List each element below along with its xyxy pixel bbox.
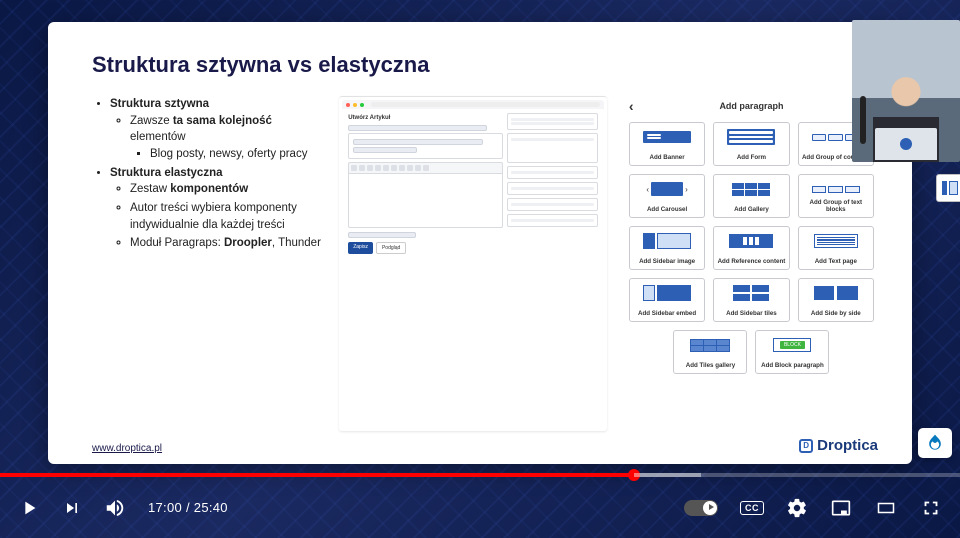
- add-form-button[interactable]: Add Form: [713, 122, 789, 166]
- add-sidebar-tiles-button[interactable]: Add Sidebar tiles: [713, 278, 789, 322]
- slide-body: Struktura sztywna Zawsze ta sama kolejno…: [92, 96, 878, 431]
- add-sidebar-image-button[interactable]: Add Sidebar image: [629, 226, 705, 270]
- browser-chrome: [342, 100, 604, 109]
- drupal-icon[interactable]: [918, 428, 952, 458]
- theater-button[interactable]: [874, 499, 898, 517]
- back-icon[interactable]: ‹: [629, 98, 634, 114]
- fullscreen-button[interactable]: [920, 497, 942, 519]
- add-block-paragraph-button[interactable]: BLOCK Add Block paragraph: [755, 330, 829, 374]
- add-sidebar-embed-button[interactable]: Add Sidebar embed: [629, 278, 705, 322]
- video-controls: 17:00 / 25:40 CC: [0, 477, 960, 538]
- preview-button: Podgląd: [376, 242, 406, 254]
- form-heading: Utwórz Artykuł: [348, 115, 503, 121]
- list-item: Struktura sztywna Zawsze ta sama kolejno…: [110, 96, 321, 163]
- rte-body: [348, 174, 503, 228]
- add-text-page-button[interactable]: Add Text page: [798, 226, 874, 270]
- peek-tile: [936, 174, 960, 202]
- slide-footer: www.droptica.pl D Droptica: [92, 435, 878, 454]
- next-button[interactable]: [62, 498, 82, 518]
- captions-button[interactable]: CC: [740, 501, 764, 515]
- add-side-by-side-button[interactable]: Add Side by side: [798, 278, 874, 322]
- panel-title: Add paragraph: [719, 101, 783, 111]
- form-screenshot: Utwórz Artykuł Zapisz Podgląd: [339, 96, 607, 431]
- add-gallery-button[interactable]: Add Gallery: [713, 174, 789, 218]
- add-group-textblocks-button[interactable]: Add Group of text blocks: [798, 174, 874, 218]
- list-item: Zawsze ta sama kolejność elementów Blog …: [130, 113, 321, 163]
- list-item: Zestaw komponentów: [130, 181, 321, 198]
- slide-title: Struktura sztywna vs elastyczna: [92, 52, 878, 78]
- add-reference-content-button[interactable]: Add Reference content: [713, 226, 789, 270]
- autoplay-toggle[interactable]: [684, 500, 718, 516]
- list-item: Struktura elastyczna Zestaw komponentów …: [110, 165, 321, 252]
- play-button[interactable]: [18, 496, 40, 520]
- rte-toolbar: [348, 162, 503, 174]
- list-item: Moduł Paragraps: Droopler, Thunder: [130, 235, 321, 252]
- save-button: Zapisz: [348, 242, 373, 254]
- bullets-column: Struktura sztywna Zawsze ta sama kolejno…: [92, 96, 321, 431]
- add-banner-button[interactable]: Add Banner: [629, 122, 705, 166]
- droptica-logo: D Droptica: [799, 437, 878, 454]
- footer-url: www.droptica.pl: [92, 443, 162, 454]
- volume-button[interactable]: [104, 497, 126, 519]
- settings-button[interactable]: [786, 497, 808, 519]
- list-item: Blog posty, newsy, oferty pracy: [150, 146, 321, 163]
- miniplayer-button[interactable]: [830, 498, 852, 518]
- time-display: 17:00 / 25:40: [148, 500, 228, 515]
- add-carousel-button[interactable]: ‹› Add Carousel: [629, 174, 705, 218]
- add-tiles-gallery-button[interactable]: Add Tiles gallery: [673, 330, 747, 374]
- presentation-slide: Struktura sztywna vs elastyczna Struktur…: [48, 22, 912, 464]
- paragraph-panel: ‹ Add paragraph Add Banner Add Form Add …: [625, 96, 878, 431]
- presenter-webcam: [852, 20, 960, 162]
- list-item: Autor treści wybiera komponenty indywidu…: [130, 200, 321, 233]
